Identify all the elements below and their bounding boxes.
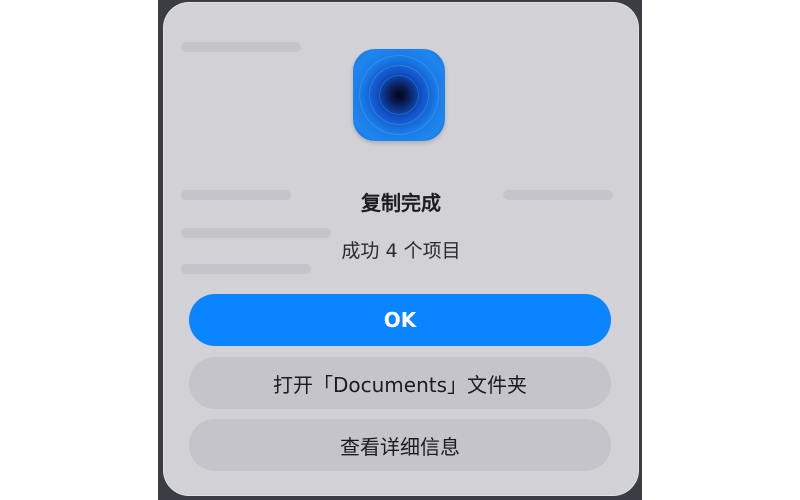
app-icon	[353, 49, 445, 141]
dialog-message: 成功 4 个项目	[341, 240, 461, 262]
show-details-button[interactable]: 查看详细信息	[189, 419, 611, 471]
open-documents-folder-button[interactable]: 打开「Documents」文件夹	[189, 357, 611, 409]
ok-button[interactable]: OK	[189, 294, 611, 346]
blurred-background-row	[181, 264, 311, 274]
blurred-background-row	[181, 42, 301, 52]
dialog-title: 复制完成	[361, 191, 441, 215]
